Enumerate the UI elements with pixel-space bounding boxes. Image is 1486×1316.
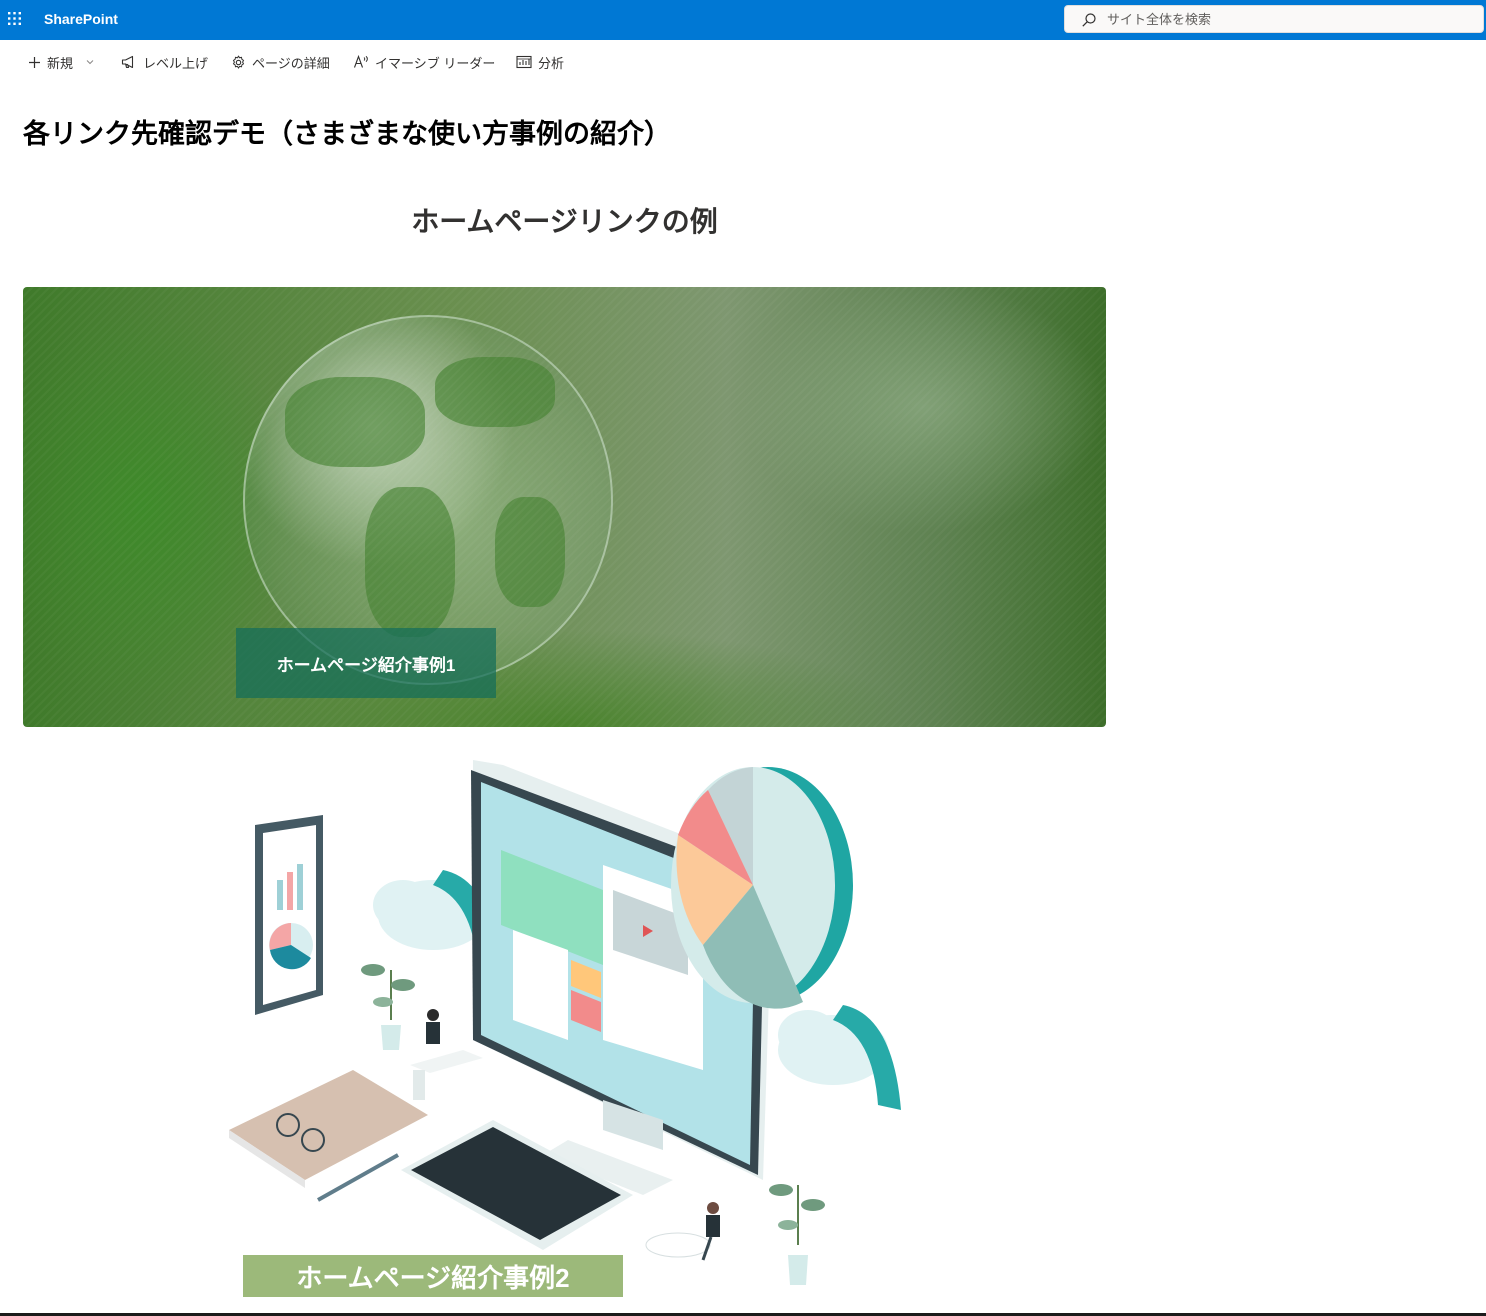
person-at-desk-image [410, 1009, 483, 1100]
new-button[interactable]: 新規 [28, 52, 95, 72]
immersive-reader-icon [353, 55, 368, 68]
promote-button[interactable]: レベル上げ [121, 52, 208, 72]
card-2-link-button[interactable]: ホームページ紹介事例2 [243, 1255, 623, 1297]
app-name[interactable]: SharePoint [44, 11, 118, 27]
analytics-button-label: 分析 [538, 55, 565, 71]
search-input[interactable] [1107, 9, 1467, 29]
person-at-table-image [645, 1202, 720, 1261]
chevron-down-icon [86, 60, 94, 65]
cloud-right-image [778, 1005, 901, 1110]
app-launcher-icon[interactable] [0, 0, 32, 40]
page-details-button[interactable]: ページの詳細 [231, 52, 330, 72]
notebook-image [229, 1070, 428, 1188]
homepage-link-card-2[interactable]: ホームページ紹介事例2 [23, 740, 1106, 1312]
search-icon [1081, 12, 1097, 33]
suite-bar: SharePoint [0, 0, 1486, 40]
immersive-reader-button[interactable]: イマーシブ リーダー [353, 52, 495, 72]
page-title: 各リンク先確認デモ（さまざまな使い方事例の紹介） [23, 119, 671, 149]
plant-left-image [361, 964, 415, 1050]
new-button-label: 新規 [47, 55, 74, 71]
promote-button-label: レベル上げ [143, 55, 209, 71]
smartphone-image [255, 815, 323, 1015]
pie-chart-image [671, 767, 853, 1009]
keyboard-image [401, 1120, 633, 1250]
isometric-computer-illustration [229, 760, 901, 1285]
command-bar: 新規 レベル上げ ページの詳細 イマーシブ リーダー 分析 [0, 40, 1486, 84]
plant-right-image [769, 1184, 825, 1285]
homepage-link-card-1[interactable]: ホームページ紹介事例1 [23, 287, 1106, 727]
analytics-icon [516, 55, 532, 69]
search-box[interactable] [1064, 5, 1484, 33]
megaphone-icon [121, 55, 134, 69]
gear-icon [232, 54, 245, 69]
page-details-button-label: ページの詳細 [252, 55, 330, 71]
plus-icon [29, 56, 40, 68]
card-1-link-button[interactable]: ホームページ紹介事例1 [236, 628, 496, 698]
image-texture [23, 287, 1106, 727]
section-heading: ホームページリンクの例 [411, 206, 718, 237]
analytics-button[interactable]: 分析 [516, 52, 564, 72]
immersive-reader-button-label: イマーシブ リーダー [375, 55, 496, 71]
